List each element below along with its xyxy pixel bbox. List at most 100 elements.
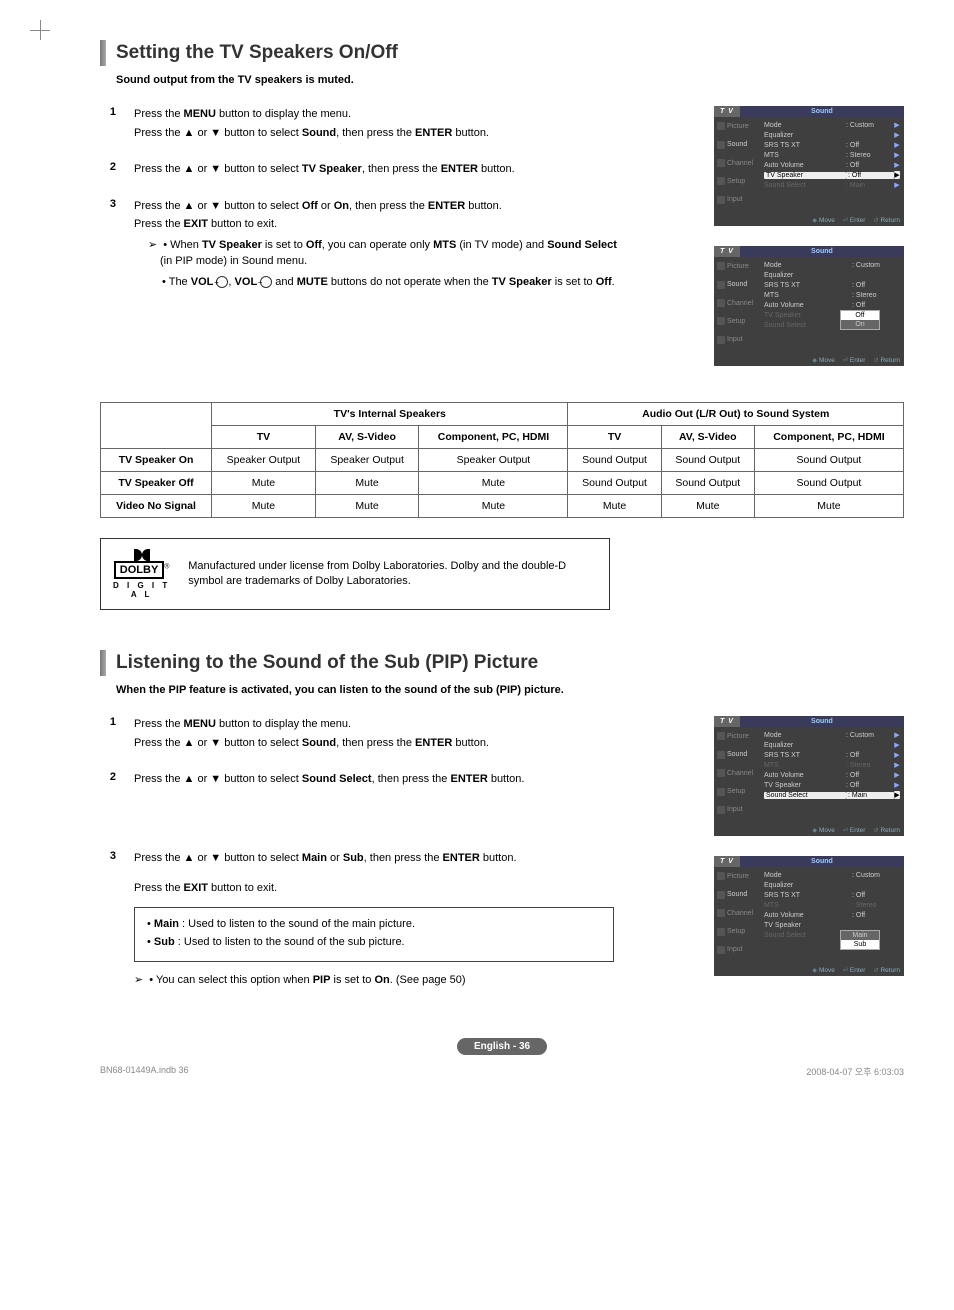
exit-label: EXIT	[184, 882, 208, 894]
chevron-right-icon: ▶	[894, 181, 900, 189]
step-2b: 2 Press the ▲ or ▼ button to select Soun…	[100, 771, 704, 790]
table-cell: Speaker Output	[419, 449, 568, 472]
chevron-right-icon: ▶	[894, 781, 900, 789]
channel-icon	[717, 299, 725, 307]
vol-minus-icon: −	[260, 276, 272, 288]
crop-mark	[30, 20, 50, 40]
osd-row-value: : Off	[852, 892, 900, 899]
text: Press the ▲ or ▼ button to select	[134, 200, 302, 212]
osd-row-label: Equalizer	[764, 272, 852, 279]
chevron-right-icon: ▶	[894, 791, 900, 799]
osd-row-label: SRS TS XT	[764, 752, 846, 759]
text: is set to	[552, 276, 596, 288]
footer-enter: Enter	[843, 357, 866, 364]
osd-row-label: Equalizer	[764, 742, 846, 749]
footer-timestamp: 2008-04-07 오후 6:03:03	[806, 1065, 904, 1078]
nav-label: Input	[727, 196, 743, 203]
text: button.	[488, 773, 525, 785]
table-cell: Speaker Output	[315, 449, 419, 472]
nav-label: Sound	[727, 751, 747, 758]
sound-icon	[717, 891, 725, 899]
footer: BN68-01449A.indb 36 2008-04-07 오후 6:03:0…	[100, 1065, 904, 1078]
text: button to display the menu.	[216, 108, 351, 120]
footer-enter: Enter	[843, 827, 866, 834]
input-icon	[717, 946, 725, 954]
osd-tv-label: T V	[714, 106, 740, 117]
sound-icon	[717, 281, 725, 289]
text: When	[170, 239, 202, 251]
dolby-logo: DOLBY® D I G I T A L	[111, 549, 172, 599]
section-2-heading: Listening to the Sound of the Sub (PIP) …	[100, 650, 904, 676]
footer-move: Move	[812, 217, 835, 224]
osd-sound-select-popup: T VSound Picture Sound Channel Setup Inp…	[714, 856, 904, 976]
nav-label: Input	[727, 336, 743, 343]
setup-icon	[717, 317, 725, 325]
osd-row-label: MTS	[764, 152, 846, 159]
input-icon	[717, 196, 725, 204]
title-bar-icon	[100, 40, 106, 66]
text: button to display the menu.	[216, 718, 351, 730]
osd-row-value: : Custom	[852, 872, 900, 879]
text: button.	[480, 852, 517, 864]
menu-label: MENU	[184, 108, 216, 120]
chevron-right-icon: ▶	[894, 131, 900, 139]
dolby-text: Manufactured under license from Dolby La…	[188, 559, 599, 590]
table-header: TV's Internal Speakers	[212, 403, 568, 426]
table-cell: Mute	[661, 495, 754, 518]
section-1-heading: Setting the TV Speakers On/Off	[100, 40, 904, 66]
osd-row-value: : Stereo	[846, 152, 894, 159]
osd-row-label: Mode	[764, 262, 852, 269]
input-icon	[717, 806, 725, 814]
picture-icon	[717, 262, 725, 270]
vol-label: VOL	[191, 276, 214, 288]
section-2-subtitle: When the PIP feature is activated, you c…	[116, 684, 904, 696]
tvspeaker-label: TV Speaker	[492, 276, 552, 288]
enter-label: ENTER	[415, 737, 452, 749]
exit-label: EXIT	[184, 218, 208, 230]
chevron-right-icon: ▶	[894, 171, 900, 179]
osd-row-label: Sound Select	[764, 182, 846, 189]
dolby-notice: DOLBY® D I G I T A L Manufactured under …	[100, 538, 610, 610]
table-cell: Speaker Output	[212, 449, 316, 472]
text: The	[169, 276, 191, 288]
mute-label: MUTE	[297, 276, 328, 288]
osd-section-label: Sound	[740, 856, 904, 867]
table-cell: Mute	[568, 495, 661, 518]
text: Press the ▲ or ▼ button to select	[134, 127, 302, 139]
nav-label: Input	[727, 806, 743, 813]
step-3: 3 Press the ▲ or ▼ button to select Off …	[100, 198, 704, 293]
table-rowheader: Video No Signal	[101, 495, 212, 518]
table-cell: Sound Output	[754, 449, 903, 472]
mts-label: MTS	[433, 239, 456, 251]
picture-icon	[717, 872, 725, 880]
nav-label: Input	[727, 946, 743, 953]
menu-label: MENU	[184, 718, 216, 730]
osd-row-value: : Stereo	[852, 902, 900, 909]
table-header: Component, PC, HDMI	[419, 426, 568, 449]
nav-label: Picture	[727, 123, 749, 130]
sound-icon	[717, 751, 725, 759]
table-cell: Mute	[315, 495, 419, 518]
chevron-right-icon: ▶	[894, 751, 900, 759]
osd-row-label: SRS TS XT	[764, 142, 846, 149]
table-cell: Sound Output	[568, 472, 661, 495]
page-number-badge: English - 36	[457, 1038, 547, 1055]
main-sub-note-box: • Main : Used to listen to the sound of …	[134, 907, 614, 962]
picture-icon	[717, 122, 725, 130]
table-cell: Mute	[212, 472, 316, 495]
chevron-right-icon: ▶	[894, 141, 900, 149]
picture-icon	[717, 732, 725, 740]
osd-row-label: MTS	[764, 292, 852, 299]
osd-tv-label: T V	[714, 716, 740, 727]
nav-label: Picture	[727, 263, 749, 270]
table-rowheader: TV Speaker Off	[101, 472, 212, 495]
text: : Used to listen to the sound of the mai…	[179, 918, 415, 930]
off-label: Off	[306, 239, 322, 251]
on-label: On	[334, 200, 349, 212]
osd-row-label: TV Speaker	[764, 172, 846, 179]
nav-label: Channel	[727, 160, 753, 167]
osd-section-label: Sound	[740, 106, 904, 117]
osd-sound-tvspeaker-popup: T VSound Picture Sound Channel Setup Inp…	[714, 246, 904, 366]
chevron-right-icon: ▶	[894, 731, 900, 739]
text: , then press the	[349, 200, 428, 212]
